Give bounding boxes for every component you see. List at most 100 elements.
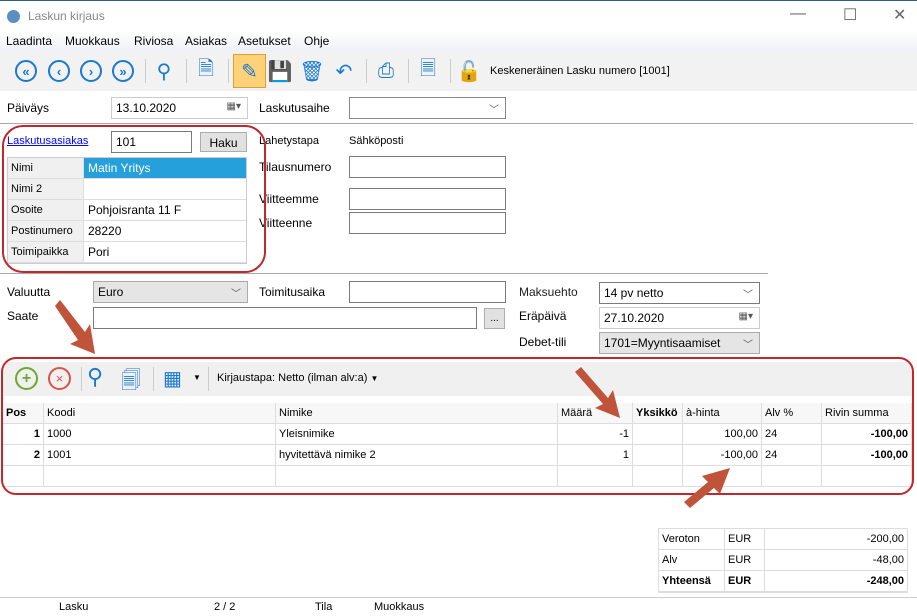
- toimitusaika-input[interactable]: [349, 281, 506, 303]
- table-cell[interactable]: 24: [762, 424, 822, 444]
- viitteenne-label: Viitteenne: [259, 216, 313, 230]
- previous-icon[interactable]: ‹: [45, 57, 73, 85]
- table-cell[interactable]: [3, 466, 44, 486]
- column-header[interactable]: Nimike: [276, 403, 558, 423]
- first-icon[interactable]: «: [12, 57, 40, 85]
- totals-value: -248,00: [866, 575, 904, 587]
- column-header[interactable]: Rivin summa: [822, 403, 912, 423]
- table-cell[interactable]: Yleisnimike: [276, 424, 558, 444]
- document-info-icon[interactable]: 🗏: [414, 57, 442, 85]
- menu-laadinta[interactable]: Laadinta: [6, 34, 52, 48]
- divider: [0, 123, 913, 124]
- customer-field-value[interactable]: [84, 179, 246, 199]
- table-cell[interactable]: 1001: [44, 445, 276, 465]
- table-cell[interactable]: [633, 424, 683, 444]
- table-cell[interactable]: [44, 466, 276, 486]
- separator: [208, 367, 209, 391]
- separator: [153, 367, 154, 391]
- search-icon[interactable]: ⚲: [150, 57, 178, 85]
- separator: [366, 59, 367, 83]
- print-icon[interactable]: ⎙: [372, 57, 400, 85]
- last-icon[interactable]: »: [109, 57, 137, 85]
- table-row[interactable]: 1 1000 Yleisnimike -1 100,00 24 -100,00: [3, 424, 912, 445]
- viitteemme-input[interactable]: [349, 188, 506, 210]
- table-cell[interactable]: 1000: [44, 424, 276, 444]
- table-cell[interactable]: -100,00: [822, 424, 912, 444]
- table-cell[interactable]: hyvitettävä nimike 2: [276, 445, 558, 465]
- customer-field-value[interactable]: Matin Yritys: [84, 158, 246, 178]
- table-cell[interactable]: [276, 466, 558, 486]
- maksuehto-select[interactable]: 14 pv netto ﹀: [599, 282, 760, 304]
- table-cell[interactable]: [633, 445, 683, 465]
- chevron-down-icon: ▼: [370, 374, 379, 383]
- undo-icon[interactable]: ↶: [330, 57, 358, 85]
- asiakas-number-input[interactable]: 101: [111, 131, 192, 153]
- column-header[interactable]: Pos: [3, 403, 44, 423]
- search-icon[interactable]: ⚲: [87, 364, 103, 390]
- new-document-icon[interactable]: 🗎: [192, 57, 220, 85]
- column-header[interactable]: Alv %: [762, 403, 822, 423]
- next-icon[interactable]: ›: [77, 57, 105, 85]
- table-cell[interactable]: -100,00: [683, 445, 762, 465]
- customer-field-value[interactable]: 28220: [84, 221, 246, 241]
- table-cell[interactable]: [762, 466, 822, 486]
- item-list-icon[interactable]: 🗐: [121, 366, 141, 400]
- paivays-date-input[interactable]: 13.10.2020 ▦▾: [111, 97, 248, 119]
- delete-icon[interactable]: 🗑: [298, 57, 326, 85]
- totals-row: Alv EUR -48,00: [659, 550, 907, 571]
- debet-tili-select[interactable]: 1701=Myyntisaamiset ﹀: [599, 332, 760, 354]
- valuutta-select[interactable]: Euro ﹀: [93, 281, 248, 303]
- table-cell[interactable]: [633, 466, 683, 486]
- edit-icon[interactable]: ✎: [233, 54, 266, 88]
- table-cell[interactable]: [822, 466, 912, 486]
- table-cell[interactable]: -1: [558, 424, 633, 444]
- saate-browse-button[interactable]: ...: [484, 308, 505, 329]
- saate-label: Saate: [7, 309, 39, 323]
- main-toolbar: « ‹ › » ⚲ 🗎 ✎ 💾 🗑 ↶ ⎙ 🗏 🔓 Keskeneräinen …: [0, 51, 917, 91]
- table-cell[interactable]: -100,00: [822, 445, 912, 465]
- save-icon[interactable]: 💾: [266, 57, 294, 85]
- table-cell[interactable]: 1: [3, 424, 44, 444]
- chevron-down-icon[interactable]: ▼: [193, 373, 201, 382]
- laskutusasiakas-link[interactable]: Laskutusasiakas: [7, 135, 88, 147]
- minimize-button[interactable]: —: [790, 5, 806, 23]
- viitteenne-input[interactable]: [349, 212, 506, 234]
- table-cell[interactable]: [683, 466, 762, 486]
- saate-input[interactable]: [93, 307, 477, 329]
- laskutusaihe-label: Laskutusaihe: [259, 101, 330, 115]
- column-header[interactable]: à-hinta: [683, 403, 762, 423]
- menu-asiakas[interactable]: Asiakas: [185, 34, 227, 48]
- menu-asetukset[interactable]: Asetukset: [238, 34, 291, 48]
- maximize-button[interactable]: ☐: [843, 5, 857, 25]
- customer-field-value[interactable]: Pohjoisranta 11 F: [84, 200, 246, 220]
- customer-row: Nimi 2: [8, 179, 246, 200]
- column-header[interactable]: Yksikkö: [633, 403, 683, 423]
- delete-row-icon[interactable]: ×: [48, 367, 71, 390]
- table-cell[interactable]: 24: [762, 445, 822, 465]
- erapaiva-date-input[interactable]: 27.10.2020 ▦▾: [599, 307, 760, 329]
- table-row[interactable]: 2 1001 hyvitettävä nimike 2 1 -100,00 24 -100,…: [3, 445, 912, 466]
- separator: [450, 59, 451, 83]
- table-cell[interactable]: 100,00: [683, 424, 762, 444]
- haku-button[interactable]: Haku: [200, 132, 247, 152]
- columns-grid-icon[interactable]: ▦: [163, 366, 182, 391]
- empty-row[interactable]: [3, 466, 912, 487]
- column-header[interactable]: Määrä: [558, 403, 633, 423]
- column-header[interactable]: Koodi: [44, 403, 276, 423]
- menu-muokkaus[interactable]: Muokkaus: [65, 34, 120, 48]
- kirjaustapa-dropdown[interactable]: Kirjaustapa: Netto (ilman alv:a) ▼: [217, 372, 378, 384]
- table-cell[interactable]: 1: [558, 445, 633, 465]
- laskutusaihe-select[interactable]: ﹀: [349, 97, 506, 119]
- customer-field-value[interactable]: Pori: [84, 242, 246, 262]
- menu-riviosa[interactable]: Riviosa: [134, 34, 173, 48]
- add-row-icon[interactable]: +: [15, 367, 38, 390]
- calendar-icon[interactable]: ▦▾: [739, 311, 753, 322]
- close-button[interactable]: ✕: [893, 5, 906, 25]
- table-cell[interactable]: [558, 466, 633, 486]
- menu-ohje[interactable]: Ohje: [304, 34, 329, 48]
- calendar-icon[interactable]: ▦▾: [227, 101, 241, 112]
- unlock-icon[interactable]: 🔓: [455, 57, 483, 85]
- table-cell[interactable]: 2: [3, 445, 44, 465]
- invoice-rows-grid: Pos Koodi Nimike Määrä Yksikkö à-hinta Alv % Ri…: [3, 403, 912, 487]
- tilausnumero-input[interactable]: [349, 156, 506, 178]
